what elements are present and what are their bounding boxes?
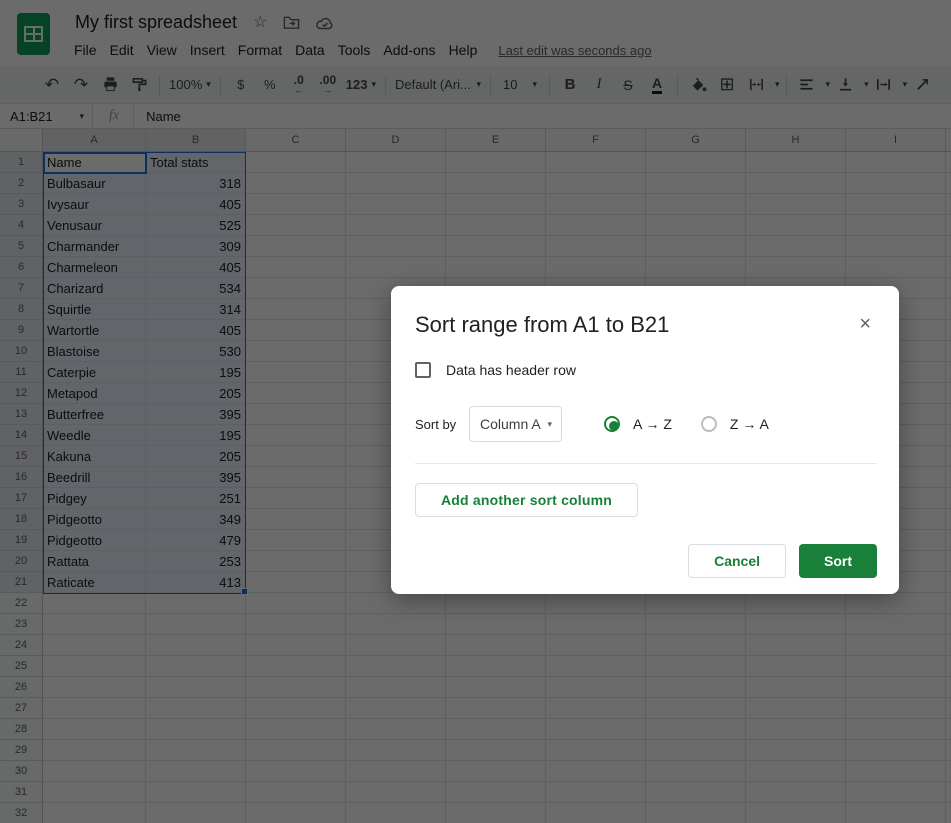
radio-option-ascending[interactable]: A → Z xyxy=(604,416,672,432)
cancel-button[interactable]: Cancel xyxy=(688,544,786,578)
dialog-divider xyxy=(415,463,877,464)
radio-option-descending[interactable]: Z → A xyxy=(700,416,769,432)
sort-by-label: Sort by xyxy=(415,416,457,432)
header-row-checkbox-label[interactable]: Data has header row xyxy=(446,362,576,378)
select-caret-icon: ▾ xyxy=(547,418,552,429)
close-icon[interactable]: × xyxy=(853,312,877,336)
header-row-checkbox[interactable] xyxy=(415,362,431,378)
google-sheets-app: My first spreadsheet ☆ FileEditViewInser… xyxy=(0,0,951,823)
radio-descending-icon xyxy=(700,416,717,432)
sort-range-dialog: Sort range from A1 to B21 × Data has hea… xyxy=(391,286,899,594)
sort-column-select[interactable]: Column A ▾ xyxy=(469,406,562,442)
dialog-title: Sort range from A1 to B21 xyxy=(415,312,670,337)
radio-ascending-icon xyxy=(604,416,620,432)
add-sort-column-button[interactable]: Add another sort column xyxy=(415,483,639,517)
sort-button[interactable]: Sort xyxy=(799,544,877,578)
